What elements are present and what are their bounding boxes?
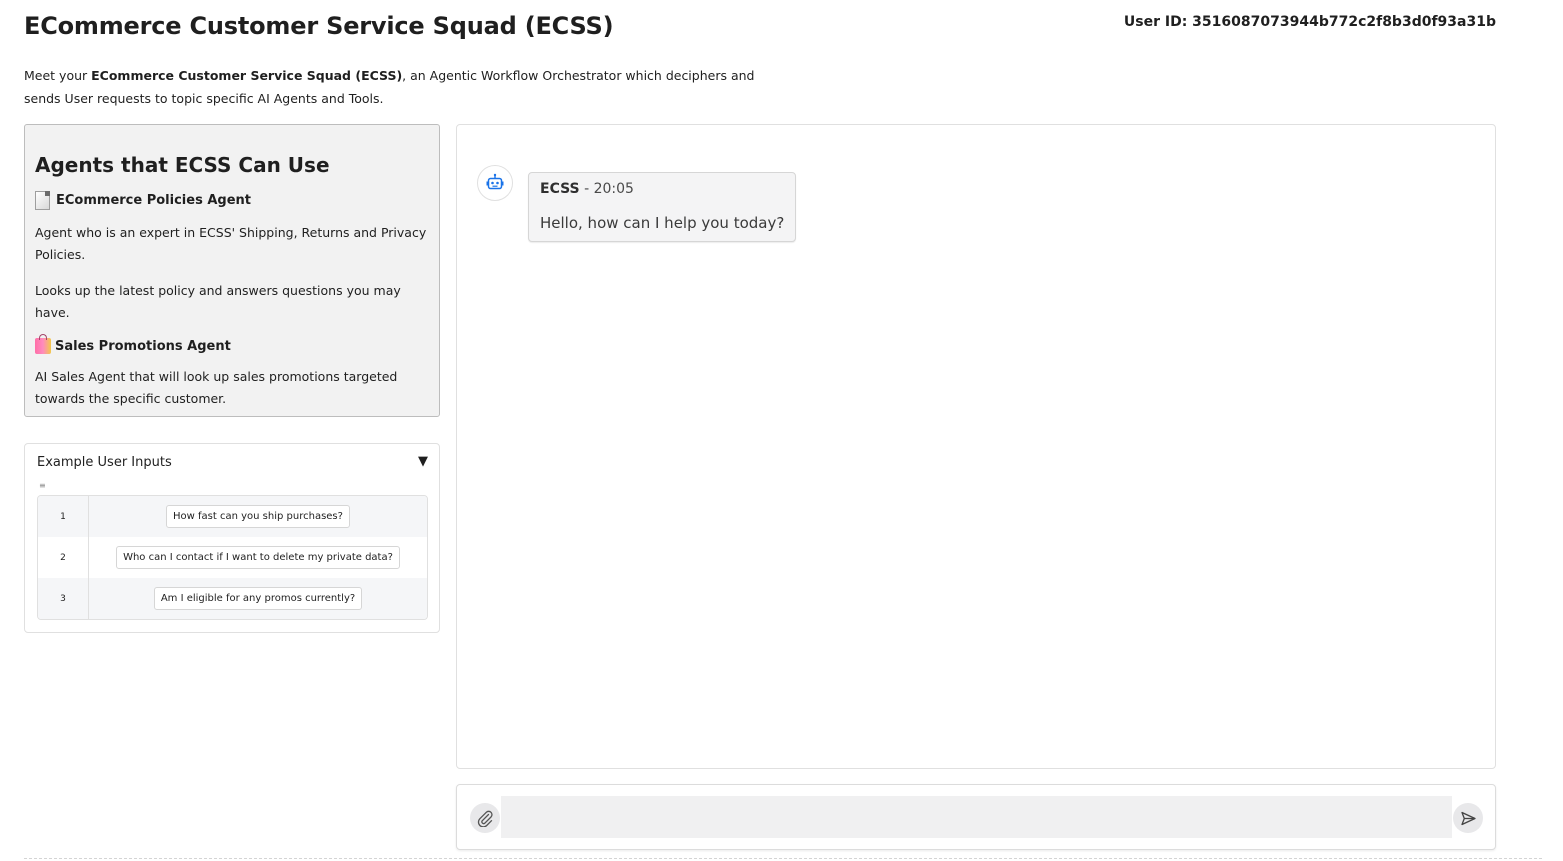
agents-panel: Agents that ECSS Can Use ECommerce Polic… <box>24 124 440 417</box>
table-row: 3 Am I eligible for any promos currently… <box>38 578 427 619</box>
page-title: ECommerce Customer Service Squad (ECSS) <box>24 12 614 40</box>
table-row: 1 How fast can you ship purchases? <box>38 496 427 537</box>
agent-name-sales: Sales Promotions Agent <box>35 334 429 354</box>
chat-panel[interactable]: ECSS - 20:05 Hello, how can I help you t… <box>456 124 1496 769</box>
agent-description: Looks up the latest policy and answers q… <box>35 283 401 320</box>
row-index: 2 <box>38 537 89 578</box>
agent-description: Agent who is an expert in ECSS' Shipping… <box>35 225 427 262</box>
agent-name-label: ECommerce Policies Agent <box>56 193 251 208</box>
examples-panel: Example User Inputs ▼ ≡ 1 How fast can y… <box>24 443 440 633</box>
intro-text: Meet your ECommerce Customer Service Squ… <box>24 64 764 110</box>
examples-header[interactable]: Example User Inputs <box>37 455 172 470</box>
row-index: 1 <box>38 496 89 537</box>
table-cell: How fast can you ship purchases? <box>89 505 427 528</box>
message-time: - 20:05 <box>579 181 634 197</box>
user-id-label: User ID: 3516087073944b772c2f8b3d0f93a31… <box>1123 14 1496 30</box>
menu-icon: ≡ <box>39 481 46 490</box>
avatar <box>477 165 513 201</box>
robot-icon <box>486 173 504 190</box>
chat-message: ECSS - 20:05 Hello, how can I help you t… <box>528 172 797 242</box>
intro-bold: ECommerce Customer Service Squad (ECSS) <box>91 68 403 83</box>
send-icon <box>1460 811 1476 825</box>
paperclip-icon <box>477 810 493 827</box>
agent-description: AI Sales Agent that will look up sales p… <box>35 369 398 406</box>
table-cell: Who can I contact if I want to delete my… <box>89 546 427 569</box>
agent-name-label: Sales Promotions Agent <box>55 338 231 354</box>
agent-name-policies: ECommerce Policies Agent <box>35 191 429 210</box>
table-cell: Am I eligible for any promos currently? <box>89 587 427 610</box>
message-meta: ECSS - 20:05 <box>540 181 784 197</box>
examples-table: 1 How fast can you ship purchases? 2 Who… <box>37 495 428 620</box>
example-input-button[interactable]: How fast can you ship purchases? <box>166 505 350 528</box>
table-row: 2 Who can I contact if I want to delete … <box>38 537 427 578</box>
document-icon <box>35 191 50 210</box>
message-sender: ECSS <box>540 181 580 197</box>
attach-button[interactable] <box>470 803 500 833</box>
row-index: 3 <box>38 578 89 619</box>
shopping-bags-icon <box>35 334 51 354</box>
collapse-toggle-icon[interactable]: ▼ <box>418 454 428 469</box>
intro-prefix: Meet your <box>24 68 92 83</box>
divider <box>24 858 1542 859</box>
agents-panel-title: Agents that ECSS Can Use <box>35 153 330 177</box>
example-input-button[interactable]: Who can I contact if I want to delete my… <box>116 546 400 569</box>
chat-input-bar <box>456 784 1496 850</box>
app-page: ECommerce Customer Service Squad (ECSS) … <box>0 0 1563 861</box>
example-input-button[interactable]: Am I eligible for any promos currently? <box>153 587 363 610</box>
message-text: Hello, how can I help you today? <box>540 214 785 232</box>
message-input[interactable] <box>501 796 1452 838</box>
send-button[interactable] <box>1453 803 1483 833</box>
